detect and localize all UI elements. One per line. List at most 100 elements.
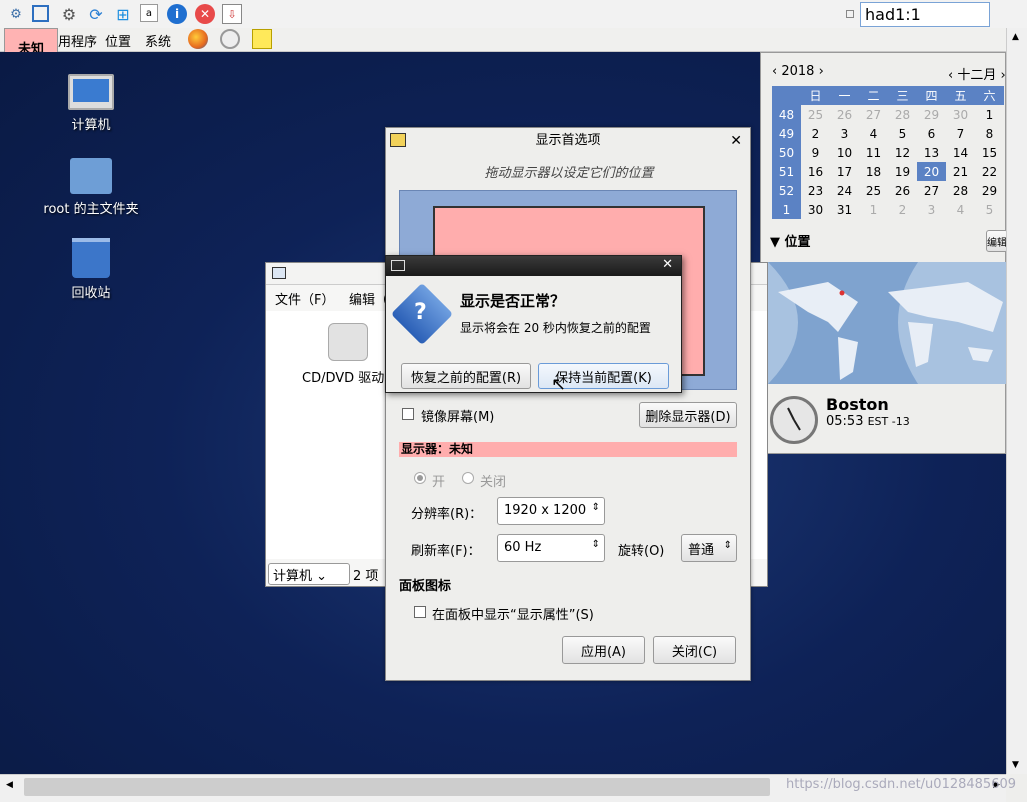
- calendar-day[interactable]: 15: [975, 143, 1004, 162]
- close-icon[interactable]: ✕: [195, 4, 215, 24]
- calendar-day[interactable]: 2: [801, 124, 830, 143]
- calendar-day[interactable]: 11: [859, 143, 888, 162]
- info-icon[interactable]: i: [167, 4, 187, 24]
- calendar-day[interactable]: 2: [888, 200, 917, 219]
- firefox-icon[interactable]: [188, 29, 208, 49]
- calendar-day[interactable]: 18: [859, 162, 888, 181]
- calendar-day[interactable]: 21: [946, 162, 975, 181]
- remove-display-button[interactable]: 删除显示器(D): [639, 402, 737, 428]
- show-in-panel-checkbox[interactable]: [414, 606, 426, 618]
- cdrom-label[interactable]: CD/DVD 驱动: [302, 367, 384, 386]
- calendar-day[interactable]: 3: [830, 124, 859, 143]
- question-mark-glyph: ?: [414, 300, 427, 325]
- calendar-day[interactable]: 8: [975, 124, 1004, 143]
- calendar-day[interactable]: 13: [917, 143, 946, 162]
- menu-places[interactable]: 位置: [105, 31, 131, 50]
- file-menu[interactable]: 文件（F）: [275, 289, 334, 308]
- calendar-day[interactable]: 29: [975, 181, 1004, 200]
- disk-icon[interactable]: a: [140, 4, 158, 22]
- year-selector[interactable]: ‹ 2018 ›: [772, 64, 824, 79]
- calendar-day[interactable]: 7: [946, 124, 975, 143]
- calendar-day[interactable]: 1: [975, 105, 1004, 124]
- scroll-down-icon[interactable]: ▼: [1012, 760, 1019, 770]
- apply-button[interactable]: 应用(A): [562, 636, 645, 664]
- calendar-day[interactable]: 27: [859, 105, 888, 124]
- vertical-scrollbar[interactable]: ▲ ▼: [1006, 28, 1027, 774]
- display-app-icon: [390, 133, 406, 147]
- refresh-icon[interactable]: ⟳: [86, 4, 106, 24]
- calendar-day[interactable]: 9: [801, 143, 830, 162]
- calendar-day[interactable]: 4: [946, 200, 975, 219]
- calendar-day[interactable]: 24: [830, 181, 859, 200]
- calendar-day[interactable]: 28: [888, 105, 917, 124]
- vm-name-field[interactable]: had1:1: [860, 2, 990, 27]
- close-icon[interactable]: ✕: [730, 128, 742, 154]
- weekday-header: 三: [888, 86, 917, 105]
- calendar-day[interactable]: 19: [888, 162, 917, 181]
- mail-icon[interactable]: [220, 29, 240, 49]
- desktop-icon-trash[interactable]: 回收站: [36, 238, 146, 301]
- on-radio[interactable]: [414, 472, 426, 484]
- scroll-up-icon[interactable]: ▲: [1012, 32, 1019, 42]
- vm-checkbox[interactable]: [846, 10, 854, 18]
- scrollbar-thumb[interactable]: [24, 778, 770, 796]
- cdrom-icon[interactable]: [328, 323, 368, 361]
- calendar-day[interactable]: 28: [946, 181, 975, 200]
- network-icon[interactable]: ⚙: [6, 4, 26, 24]
- menu-applications[interactable]: 用程序: [58, 31, 97, 50]
- calendar-day[interactable]: 29: [917, 105, 946, 124]
- calendar-day[interactable]: 25: [859, 181, 888, 200]
- calendar-day[interactable]: 10: [830, 143, 859, 162]
- location-expander[interactable]: ▼ 位置: [770, 231, 811, 250]
- settings-icon[interactable]: ⚙: [59, 4, 79, 24]
- calendar-day[interactable]: 12: [888, 143, 917, 162]
- edit-menu[interactable]: 编辑（: [349, 289, 388, 308]
- desktop-icon-computer[interactable]: 计算机: [36, 74, 146, 133]
- calendar-day[interactable]: 3: [917, 200, 946, 219]
- mirror-checkbox[interactable]: [402, 408, 414, 420]
- calendar-day[interactable]: 22: [975, 162, 1004, 181]
- calendar-day[interactable]: 23: [801, 181, 830, 200]
- horizontal-scrollbar[interactable]: ◀ ▶ https://blog.csdn.net/u0128485609: [0, 774, 1016, 802]
- confirm-dialog: ✕ ? 显示是否正常？ 显示将会在 20 秒内恢复之前的配置 恢复之前的配置(R…: [385, 255, 682, 393]
- rotation-combo[interactable]: 普通 ⇕: [681, 534, 737, 562]
- calendar-day[interactable]: 4: [859, 124, 888, 143]
- calendar-day[interactable]: 5: [888, 124, 917, 143]
- close-icon[interactable]: ✕: [662, 257, 673, 272]
- off-label[interactable]: 关闭: [480, 471, 506, 490]
- edit-button[interactable]: 编辑: [986, 230, 1008, 252]
- calendar-day[interactable]: 17: [830, 162, 859, 181]
- download-icon[interactable]: ⇩: [222, 4, 242, 24]
- calendar-day[interactable]: 20: [917, 162, 946, 181]
- month-selector[interactable]: ‹ 十二月 ›: [948, 64, 1006, 83]
- calendar-day[interactable]: 26: [830, 105, 859, 124]
- on-label[interactable]: 开: [432, 471, 445, 490]
- calendar-day[interactable]: 16: [801, 162, 830, 181]
- off-radio[interactable]: [462, 472, 474, 484]
- calendar-day[interactable]: 6: [917, 124, 946, 143]
- refresh-rate-combo[interactable]: 60 Hz ⇕: [497, 534, 605, 562]
- calendar-day[interactable]: 5: [975, 200, 1004, 219]
- location-city: Boston: [826, 395, 889, 414]
- scroll-left-icon[interactable]: ◀: [6, 780, 13, 790]
- calendar-day[interactable]: 25: [801, 105, 830, 124]
- calendar-day[interactable]: 27: [917, 181, 946, 200]
- calendar-day[interactable]: 30: [946, 105, 975, 124]
- calendar-day[interactable]: 31: [830, 200, 859, 219]
- notes-icon[interactable]: [252, 29, 272, 49]
- resolution-combo[interactable]: 1920 x 1200 ⇕: [497, 497, 605, 525]
- close-button[interactable]: 关闭(C): [653, 636, 736, 664]
- mirror-label[interactable]: 镜像屏幕(M): [421, 406, 494, 425]
- desktop-icon-home[interactable]: root 的主文件夹: [36, 158, 146, 217]
- calendar-day[interactable]: 30: [801, 200, 830, 219]
- drag-hint: 拖动显示器以设定它们的位置: [484, 166, 654, 181]
- location-combo[interactable]: 计算机 ⌄: [268, 563, 350, 585]
- calendar-day[interactable]: 14: [946, 143, 975, 162]
- show-in-panel-label[interactable]: 在面板中显示“显示属性”(S): [432, 604, 594, 623]
- calendar-day[interactable]: 26: [888, 181, 917, 200]
- fullscreen-icon[interactable]: [32, 5, 49, 22]
- calendar-day[interactable]: 1: [859, 200, 888, 219]
- revert-button[interactable]: 恢复之前的配置(R): [401, 363, 531, 389]
- menu-system[interactable]: 系统: [145, 31, 171, 50]
- windows-icon[interactable]: ⊞: [113, 4, 133, 24]
